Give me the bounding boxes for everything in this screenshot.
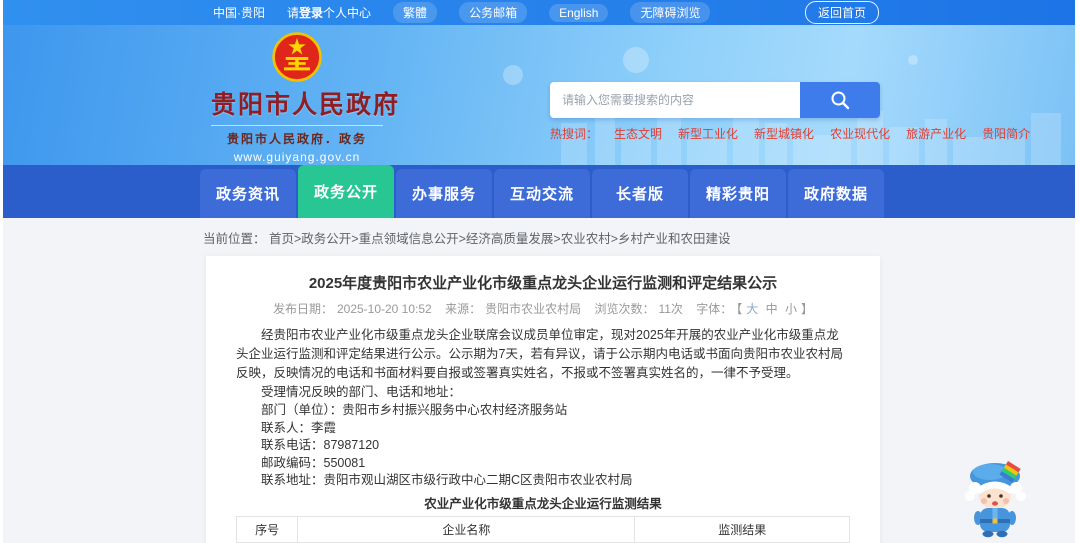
publish-date-label: 发布日期： (272, 302, 333, 316)
monitoring-result-table: 序号 企业名称 监测结果 1 贵州合力超市采购有限公司 合格 2 (235, 515, 850, 543)
bracket-open: 【 (736, 302, 743, 316)
page-root: 中国·贵阳 请登录个人中心 繁體 公务邮箱 English 无障碍浏览 返回首页 (3, 0, 1075, 543)
publish-date-value: 2025-10-20 10:52 (336, 302, 432, 316)
nav-tab-zhengwu-zixun[interactable]: 政务资讯 (200, 169, 296, 218)
nav-tab-hudong-jiaoliu[interactable]: 互动交流 (494, 169, 590, 218)
hot-word-link[interactable]: 新型工业化 (678, 125, 738, 142)
topbar-login-link[interactable]: 请登录个人中心 (287, 4, 371, 21)
article-body: 经贵阳市农业产业化市级重点龙头企业联席会议成员单位审定，现对2025年开展的农业… (235, 326, 850, 543)
topbar-link-official-mail[interactable]: 公务邮箱 (459, 2, 528, 23)
search-box (550, 82, 880, 118)
column-header-company: 企业名称 (297, 515, 636, 543)
mascot-icon[interactable] (955, 455, 1037, 539)
nav-tab-zhengwu-gongkai[interactable]: 政务公开 (298, 165, 394, 218)
topbar-links: 中国·贵阳 请登录个人中心 繁體 公务邮箱 English 无障碍浏览 (213, 2, 711, 23)
topbar: 中国·贵阳 请登录个人中心 繁體 公务邮箱 English 无障碍浏览 返回首页 (3, 0, 1075, 25)
font-size-large-button[interactable]: 大 (746, 302, 758, 316)
views-label: 浏览次数： (594, 302, 655, 316)
search-input[interactable] (550, 82, 800, 118)
bokeh-decoration (623, 47, 649, 73)
site-subtitle: 贵阳市人民政府．政务 (211, 125, 383, 147)
table-header-row: 序号 企业名称 监测结果 (235, 515, 850, 543)
breadcrumb-label: 当前位置： (203, 232, 266, 246)
views-value: 11次 (658, 302, 683, 316)
column-header-result: 监测结果 (634, 515, 850, 543)
contact-line-address: 联系地址：贵阳市观山湖区市级行政中心二期C区贵阳市农业农村局 (261, 473, 633, 487)
bokeh-decoration (503, 65, 523, 85)
contact-line-phone: 联系电话：87987120 (261, 438, 380, 452)
breadcrumb: 当前位置： 首页>政务公开>重点领域信息公开>经济高质量发展>农业农村>乡村产业… (3, 218, 1075, 256)
bracket-close: 】 (801, 302, 814, 316)
search-icon (831, 91, 850, 110)
font-size-small-button[interactable]: 小 (785, 302, 797, 316)
topbar-link-traditional-chinese[interactable]: 繁體 (393, 2, 438, 23)
contact-line-person: 联系人：李霞 (261, 420, 337, 435)
login-bold: 登录 (299, 6, 324, 20)
site-url: www.guiyang.gov.cn (233, 150, 361, 164)
main-nav: 政务资讯 政务公开 办事服务 互动交流 长者版 精彩贵阳 政府数据 (3, 165, 1075, 218)
hot-word-link[interactable]: 农业现代化 (830, 125, 890, 142)
contact-line-department: 部门（单位）：贵阳市乡村振兴服务中心农村经济服务站 (261, 403, 568, 417)
article-meta: 发布日期： 2025-10-20 10:52 来源： 贵阳市农业农村局 浏览次数： 1… (236, 302, 850, 316)
nav-tab-zhangzheban[interactable]: 长者版 (592, 169, 688, 218)
site-title: 贵阳市人民政府 (211, 91, 401, 119)
font-size-label: 字体： (696, 302, 733, 316)
topbar-link-accessibility[interactable]: 无障碍浏览 (630, 2, 711, 23)
topbar-link-english[interactable]: English (549, 3, 609, 22)
nav-tab-jingcai-guiyang[interactable]: 精彩贵阳 (690, 169, 786, 218)
hot-word-link[interactable]: 贵阳简介 (982, 125, 1030, 142)
site-header: 贵阳市人民政府 贵阳市人民政府．政务 www.guiyang.gov.cn 热搜… (3, 25, 1075, 165)
breadcrumb-path[interactable]: 首页>政务公开>重点领域信息公开>经济高质量发展>农业农村>乡村产业和农田建设 (269, 232, 731, 246)
nav-tab-zhengfu-shuju[interactable]: 政府数据 (788, 169, 884, 218)
search-button[interactable] (800, 82, 880, 118)
hot-word-link[interactable]: 生态文明 (614, 125, 662, 142)
main-content: 当前位置： 首页>政务公开>重点领域信息公开>经济高质量发展>农业农村>乡村产业… (3, 218, 1075, 543)
contact-line-postcode: 邮政编码：550081 (261, 455, 366, 470)
article-paragraph: 受理情况反映的部门、电话和地址： (261, 385, 462, 399)
article-paragraph: 经贵阳市农业产业化市级重点龙头企业联席会议成员单位审定，现对2025年开展的农业… (236, 328, 843, 380)
back-home-button[interactable]: 返回首页 (804, 1, 879, 24)
font-size-medium-button[interactable]: 中 (766, 302, 778, 316)
article-title: 2025年度贵阳市农业产业化市级重点龙头企业运行监测和评定结果公示 (308, 275, 778, 292)
nav-tab-banshi-fuwu[interactable]: 办事服务 (396, 169, 492, 218)
bokeh-decoration (908, 55, 918, 65)
hot-word-link[interactable]: 旅游产业化 (906, 125, 966, 142)
source-value: 贵阳市农业农村局 (485, 302, 582, 316)
nav-tabs: 政务资讯 政务公开 办事服务 互动交流 长者版 精彩贵阳 政府数据 (200, 165, 1075, 218)
search-area: 热搜词： 生态文明 新型工业化 新型城镇化 农业现代化 旅游产业化 贵阳简介 (550, 82, 1030, 142)
column-header-index: 序号 (235, 515, 299, 543)
table-caption: 农业产业化市级重点龙头企业运行监测结果 (424, 496, 662, 511)
login-prefix: 请 (287, 6, 300, 20)
source-label: 来源： (445, 302, 482, 316)
national-emblem-icon (272, 32, 322, 82)
login-suffix: 个人中心 (323, 6, 372, 20)
hot-search-label: 热搜词： (550, 127, 599, 141)
article-card: 2025年度贵阳市农业产业化市级重点龙头企业运行监测和评定结果公示 发布日期： 2… (206, 256, 880, 543)
site-logo[interactable]: 贵阳市人民政府 贵阳市人民政府．政务 www.guiyang.gov.cn (211, 31, 401, 164)
hot-search-row: 热搜词： 生态文明 新型工业化 新型城镇化 农业现代化 旅游产业化 贵阳简介 (550, 125, 1030, 142)
topbar-link-china-guiyang[interactable]: 中国·贵阳 (213, 4, 265, 21)
hot-word-link[interactable]: 新型城镇化 (754, 125, 814, 142)
